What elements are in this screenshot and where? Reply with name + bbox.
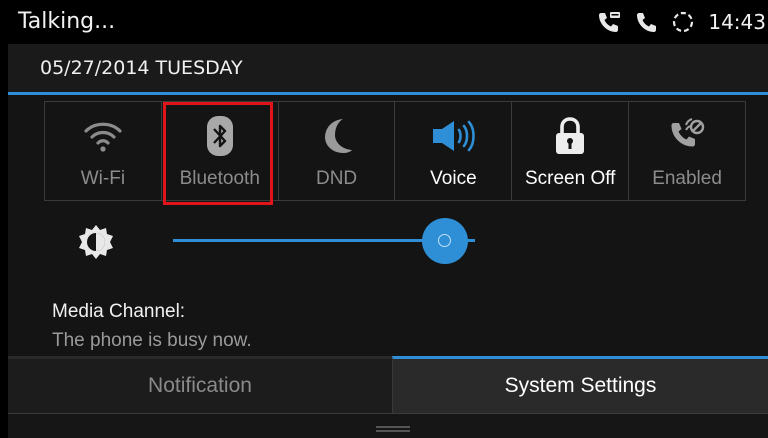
tile-label: Wi-Fi [80, 168, 126, 189]
lock-icon [512, 112, 628, 160]
tile-label: Screen Off [524, 168, 616, 189]
voicemail-phone-icon [596, 9, 622, 35]
call-status-text: Talking... [18, 9, 116, 34]
notification-shade: Talking... 14:43 05/27/2014 TUESDAY Wi-F… [8, 0, 768, 438]
clock: 14:43 [708, 10, 766, 34]
phone-icon [634, 10, 658, 34]
quick-settings: Wi-Fi Bluetooth DND Voice Screen Off Ena… [44, 101, 746, 201]
tab-system-settings[interactable]: System Settings [392, 356, 768, 413]
tile-wifi[interactable]: Wi-Fi [45, 102, 162, 200]
bluetooth-icon [162, 112, 278, 160]
moon-icon [279, 112, 395, 160]
drag-handle-icon[interactable] [376, 426, 410, 432]
call-forward-icon [629, 112, 745, 160]
tile-bluetooth[interactable]: Bluetooth [162, 102, 279, 200]
date-header: 05/27/2014 TUESDAY [8, 44, 768, 92]
drag-handle-area[interactable] [8, 414, 768, 438]
media-channel-status: The phone is busy now. [52, 330, 252, 351]
date-text: 05/27/2014 TUESDAY [40, 57, 243, 79]
brightness-icon [76, 222, 116, 266]
status-bar: Talking... 14:43 [8, 0, 768, 44]
speaker-icon [395, 112, 511, 160]
tab-notification[interactable]: Notification [8, 356, 392, 413]
tile-label: DND [315, 168, 358, 189]
header-divider [8, 92, 768, 95]
tile-label: Voice [430, 168, 477, 189]
tile-voice[interactable]: Voice [395, 102, 513, 200]
tile-dnd[interactable]: DND [279, 102, 396, 200]
tile-label: Bluetooth [179, 168, 260, 189]
tile-label: Enabled [652, 168, 722, 189]
brightness-control [68, 214, 528, 270]
media-channel-label: Media Channel: [52, 301, 186, 322]
wifi-icon [45, 112, 161, 160]
brightness-slider-thumb[interactable] [421, 218, 468, 264]
sync-icon [670, 9, 696, 35]
tile-call-forward[interactable]: Enabled [629, 102, 746, 200]
tile-screen-off[interactable]: Screen Off [512, 102, 630, 200]
